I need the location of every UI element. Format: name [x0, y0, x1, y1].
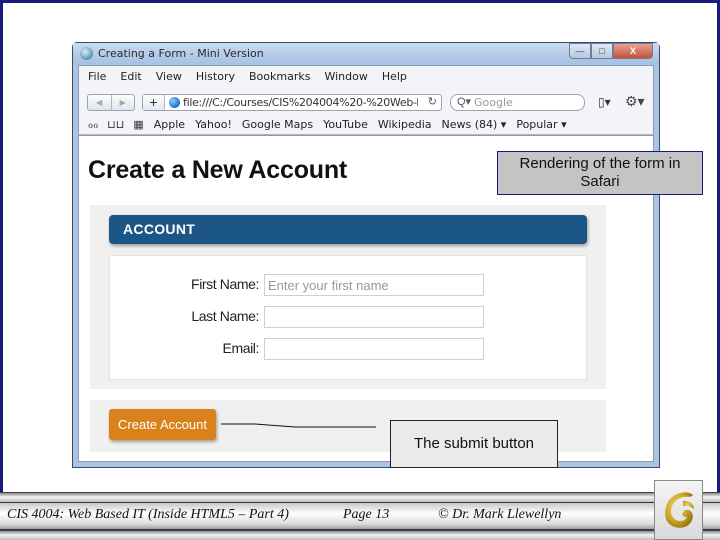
footer-course: CIS 4004: Web Based IT (Inside HTML5 – P…: [7, 507, 289, 522]
create-account-button[interactable]: Create Account: [109, 409, 216, 440]
window-controls: — □ X: [569, 43, 653, 59]
menu-file[interactable]: File: [79, 70, 111, 88]
menu-bar: File Edit View History Bookmarks Window …: [79, 70, 412, 88]
search-field[interactable]: Q▾ Google: [450, 94, 585, 111]
menu-edit[interactable]: Edit: [111, 70, 146, 88]
logo-frame: [654, 480, 703, 540]
page-menu-icon[interactable]: ▯▾: [598, 95, 611, 109]
footer-copyright: © Dr. Mark Llewellyn: [438, 507, 562, 522]
last-name-label: Last Name:: [191, 308, 259, 324]
forward-icon[interactable]: ▶: [112, 95, 135, 110]
navigation-bar: ◀ ▶ + file:///C:/Courses/CIS%204004%20-%…: [79, 92, 653, 114]
bookmark-google-maps[interactable]: Google Maps: [242, 118, 313, 131]
slide-footer: CIS 4004: Web Based IT (Inside HTML5 – P…: [0, 492, 720, 540]
pegasus-logo-icon: [665, 492, 694, 528]
menu-window[interactable]: Window: [315, 70, 372, 88]
section-header: ACCOUNT: [109, 215, 587, 244]
menu-bookmarks[interactable]: Bookmarks: [240, 70, 315, 88]
close-button[interactable]: X: [613, 43, 653, 59]
bookmark-news[interactable]: News (84) ▾: [442, 118, 507, 131]
last-name-input[interactable]: [264, 306, 484, 328]
first-name-row: First Name:: [110, 274, 586, 296]
search-icon[interactable]: Q▾: [457, 95, 471, 108]
first-name-label: First Name:: [191, 276, 259, 292]
search-placeholder: Google: [474, 96, 513, 109]
submit-callout: The submit button: [390, 420, 558, 468]
email-label: Email:: [222, 340, 260, 356]
email-row: Email:: [110, 338, 586, 360]
menu-help[interactable]: Help: [373, 70, 412, 88]
first-name-input[interactable]: [264, 274, 484, 296]
reading-list-icon[interactable]: ℴℴ: [88, 118, 98, 131]
form-body: First Name: Last Name: Email:: [109, 255, 587, 380]
email-input[interactable]: [264, 338, 484, 360]
bookmarks-icon[interactable]: ⊔⊔: [107, 118, 124, 131]
leader-line: [221, 423, 376, 428]
bookmark-yahoo[interactable]: Yahoo!: [195, 118, 232, 131]
bookmark-youtube[interactable]: YouTube: [323, 118, 368, 131]
address-text[interactable]: file:///C:/Courses/CIS%204004%20-%20Web-…: [183, 96, 418, 109]
slide: Creating a Form - Mini Version — □ X Fil…: [0, 0, 720, 540]
back-icon[interactable]: ◀: [88, 95, 112, 110]
add-bookmark-icon[interactable]: +: [143, 95, 165, 110]
safari-app-icon: [80, 47, 93, 60]
window-title: Creating a Form - Mini Version: [98, 47, 264, 60]
minimize-button[interactable]: —: [569, 43, 591, 59]
browser-chrome: File Edit View History Bookmarks Window …: [78, 65, 654, 135]
bookmarks-bar: ℴℴ ⊔⊔ ▦ Apple Yahoo! Google Maps YouTube…: [79, 115, 653, 133]
browser-window: Creating a Form - Mini Version — □ X Fil…: [72, 42, 660, 468]
last-name-row: Last Name:: [110, 306, 586, 328]
menu-view[interactable]: View: [147, 70, 187, 88]
section-header-text: ACCOUNT: [123, 221, 196, 237]
globe-icon: [169, 97, 180, 108]
footer-band-top: [0, 492, 720, 502]
top-sites-icon[interactable]: ▦: [133, 118, 143, 131]
footer-band-bottom: [0, 530, 720, 540]
maximize-button[interactable]: □: [591, 43, 613, 59]
address-bar[interactable]: + file:///C:/Courses/CIS%204004%20-%20We…: [142, 94, 442, 111]
bookmark-popular[interactable]: Popular ▾: [516, 118, 566, 131]
safari-callout: Rendering of the form in Safari: [497, 151, 703, 195]
back-forward-control: ◀ ▶: [87, 94, 135, 111]
menu-history[interactable]: History: [187, 70, 240, 88]
reload-icon[interactable]: ↻: [428, 95, 437, 108]
footer-page-number: Page 13: [343, 507, 390, 522]
account-panel: ACCOUNT First Name: Last Name: Email:: [90, 205, 606, 389]
page-title: Create a New Account: [88, 156, 348, 184]
bookmark-apple[interactable]: Apple: [154, 118, 185, 131]
title-bar: Creating a Form - Mini Version — □ X: [73, 43, 659, 65]
gear-icon[interactable]: ⚙▾: [625, 93, 645, 110]
callout-leader-line: [221, 423, 376, 428]
bookmark-wikipedia[interactable]: Wikipedia: [378, 118, 432, 131]
